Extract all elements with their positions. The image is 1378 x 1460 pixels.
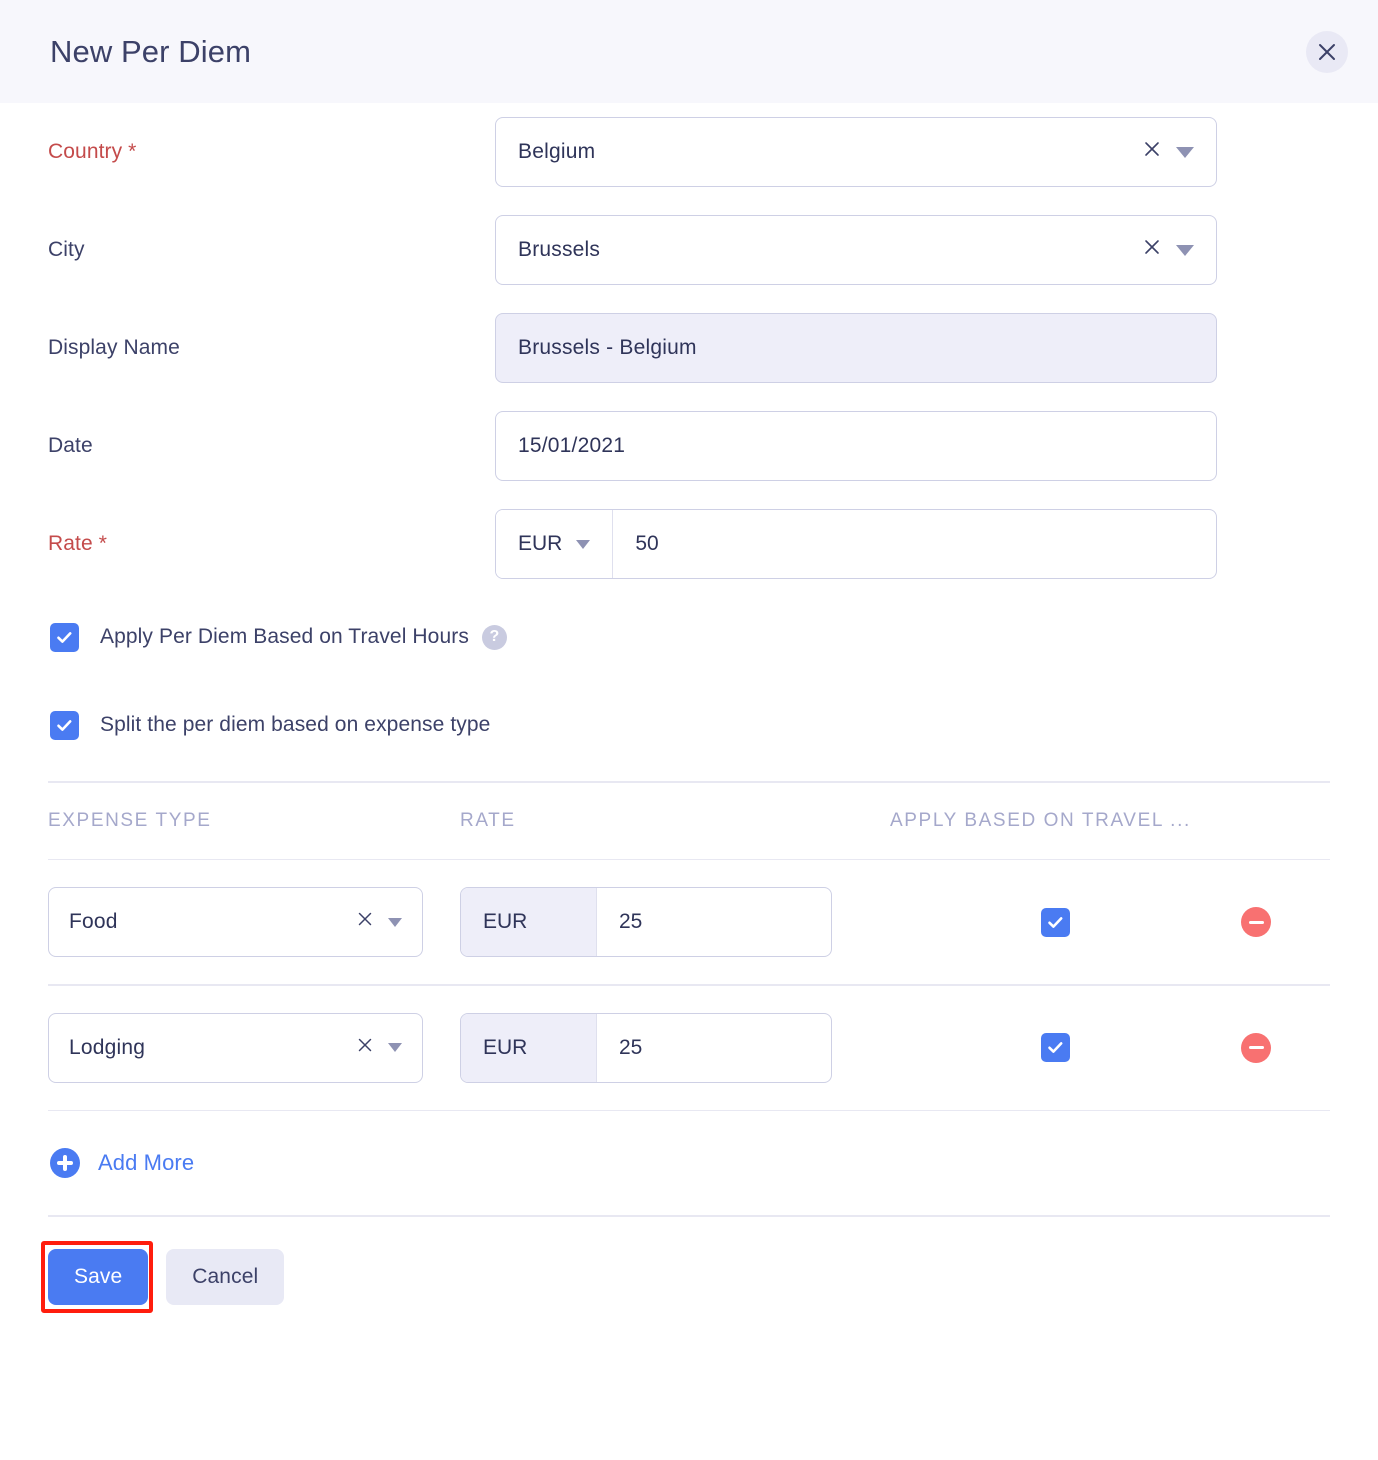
save-button[interactable]: Save bbox=[48, 1248, 149, 1305]
form-row-country: Country * Belgium bbox=[48, 103, 1330, 201]
option-apply-travel-hours: Apply Per Diem Based on Travel Hours? bbox=[48, 593, 1330, 681]
column-header-expense-type: EXPENSE TYPE bbox=[48, 809, 212, 831]
rate-amount-input[interactable]: 50 bbox=[613, 510, 1216, 578]
cancel-button[interactable]: Cancel bbox=[166, 1248, 285, 1305]
apply-travel-hours-checkbox[interactable] bbox=[50, 622, 79, 652]
page-title: New Per Diem bbox=[50, 33, 252, 69]
check-icon bbox=[1047, 916, 1062, 928]
minus-icon bbox=[1248, 1046, 1264, 1049]
display-name-field: Brussels - Belgium bbox=[495, 313, 1217, 383]
apply-travel-hours-label: Apply Per Diem Based on Travel Hours? bbox=[100, 624, 507, 650]
row-apply-checkbox[interactable] bbox=[1040, 907, 1070, 937]
close-icon bbox=[1316, 41, 1338, 63]
add-more-row: Add More bbox=[48, 1111, 1330, 1215]
display-name-value: Brussels - Belgium bbox=[518, 336, 697, 359]
display-name-label: Display Name bbox=[48, 336, 180, 359]
table-row: Lodging EUR 25 bbox=[48, 986, 1330, 1110]
date-field[interactable]: 15/01/2021 bbox=[495, 411, 1217, 481]
country-select[interactable]: Belgium bbox=[495, 117, 1217, 187]
check-icon bbox=[57, 719, 72, 731]
city-chevron-down-icon[interactable] bbox=[1176, 244, 1194, 256]
city-value: Brussels bbox=[518, 238, 601, 261]
date-value: 15/01/2021 bbox=[518, 434, 626, 457]
row-apply-checkbox[interactable] bbox=[1040, 1033, 1070, 1062]
modal-header: New Per Diem bbox=[0, 0, 1378, 103]
form-body: Country * Belgium City Brussels Display … bbox=[0, 103, 1378, 1217]
country-value: Belgium bbox=[518, 140, 596, 163]
row-amount-input[interactable]: 25 bbox=[597, 1014, 831, 1082]
expense-type-chevron-down-icon[interactable] bbox=[388, 917, 402, 927]
plus-icon[interactable] bbox=[50, 1148, 80, 1178]
check-icon bbox=[57, 631, 72, 643]
row-currency-value: EUR bbox=[483, 1035, 528, 1059]
expense-type-value: Lodging bbox=[69, 1035, 146, 1059]
close-button[interactable] bbox=[1306, 30, 1348, 73]
row-amount-value: 25 bbox=[619, 910, 643, 933]
option-split-expense-type: Split the per diem based on expense type bbox=[48, 681, 1330, 769]
rate-money-field: EUR 50 bbox=[495, 509, 1217, 579]
new-per-diem-modal: New Per Diem Country * Belgium City Brus… bbox=[0, 0, 1378, 1460]
split-expense-type-label: Split the per diem based on expense type bbox=[100, 713, 491, 736]
form-row-rate: Rate * EUR 50 bbox=[48, 495, 1330, 593]
row-amount-value: 25 bbox=[619, 1035, 643, 1059]
modal-footer: Save Cancel bbox=[0, 1217, 1378, 1313]
expense-type-chevron-down-icon[interactable] bbox=[388, 1043, 402, 1052]
date-label: Date bbox=[48, 434, 93, 457]
form-row-date: Date 15/01/2021 bbox=[48, 397, 1330, 495]
form-row-city: City Brussels bbox=[48, 201, 1330, 299]
city-label: City bbox=[48, 238, 85, 261]
expense-type-select[interactable]: Lodging bbox=[48, 1012, 423, 1083]
split-table: EXPENSE TYPE RATE APPLY BASED ON TRAVEL … bbox=[48, 781, 1330, 1217]
form-row-display-name: Display Name Brussels - Belgium bbox=[48, 299, 1330, 397]
minus-icon bbox=[1248, 920, 1264, 924]
split-expense-type-checkbox[interactable] bbox=[50, 710, 79, 740]
row-currency-select: EUR bbox=[461, 1013, 597, 1082]
remove-row-button[interactable] bbox=[1241, 1032, 1271, 1063]
expense-type-clear-icon[interactable] bbox=[356, 1036, 374, 1060]
country-clear-icon[interactable] bbox=[1142, 139, 1162, 165]
country-label: Country * bbox=[48, 140, 137, 163]
check-icon bbox=[1047, 1042, 1062, 1053]
rate-label: Rate * bbox=[48, 532, 107, 555]
table-header-row: EXPENSE TYPE RATE APPLY BASED ON TRAVEL … bbox=[48, 783, 1330, 859]
expense-type-value: Food bbox=[69, 910, 118, 933]
country-chevron-down-icon[interactable] bbox=[1176, 146, 1194, 158]
column-header-apply: APPLY BASED ON TRAVEL ... bbox=[890, 809, 1191, 831]
row-amount-input[interactable]: 25 bbox=[597, 888, 831, 956]
table-row: Food EUR 25 bbox=[48, 860, 1330, 984]
row-currency-value: EUR bbox=[483, 910, 528, 933]
row-money-field: EUR 25 bbox=[460, 1012, 832, 1083]
rate-currency-select[interactable]: EUR bbox=[496, 510, 614, 578]
city-clear-icon[interactable] bbox=[1142, 237, 1162, 263]
rate-amount-value: 50 bbox=[635, 532, 659, 555]
expense-type-clear-icon[interactable] bbox=[356, 910, 374, 934]
row-currency-select: EUR bbox=[461, 888, 597, 956]
column-header-rate: RATE bbox=[460, 809, 516, 831]
expense-type-select[interactable]: Food bbox=[48, 887, 423, 957]
remove-row-button[interactable] bbox=[1241, 907, 1271, 937]
rate-currency-chevron-down-icon[interactable] bbox=[576, 539, 591, 549]
city-select[interactable]: Brussels bbox=[495, 215, 1217, 285]
row-money-field: EUR 25 bbox=[460, 887, 832, 957]
rate-currency-value: EUR bbox=[518, 532, 563, 555]
add-more-link[interactable]: Add More bbox=[98, 1150, 194, 1176]
help-icon[interactable]: ? bbox=[481, 624, 507, 650]
